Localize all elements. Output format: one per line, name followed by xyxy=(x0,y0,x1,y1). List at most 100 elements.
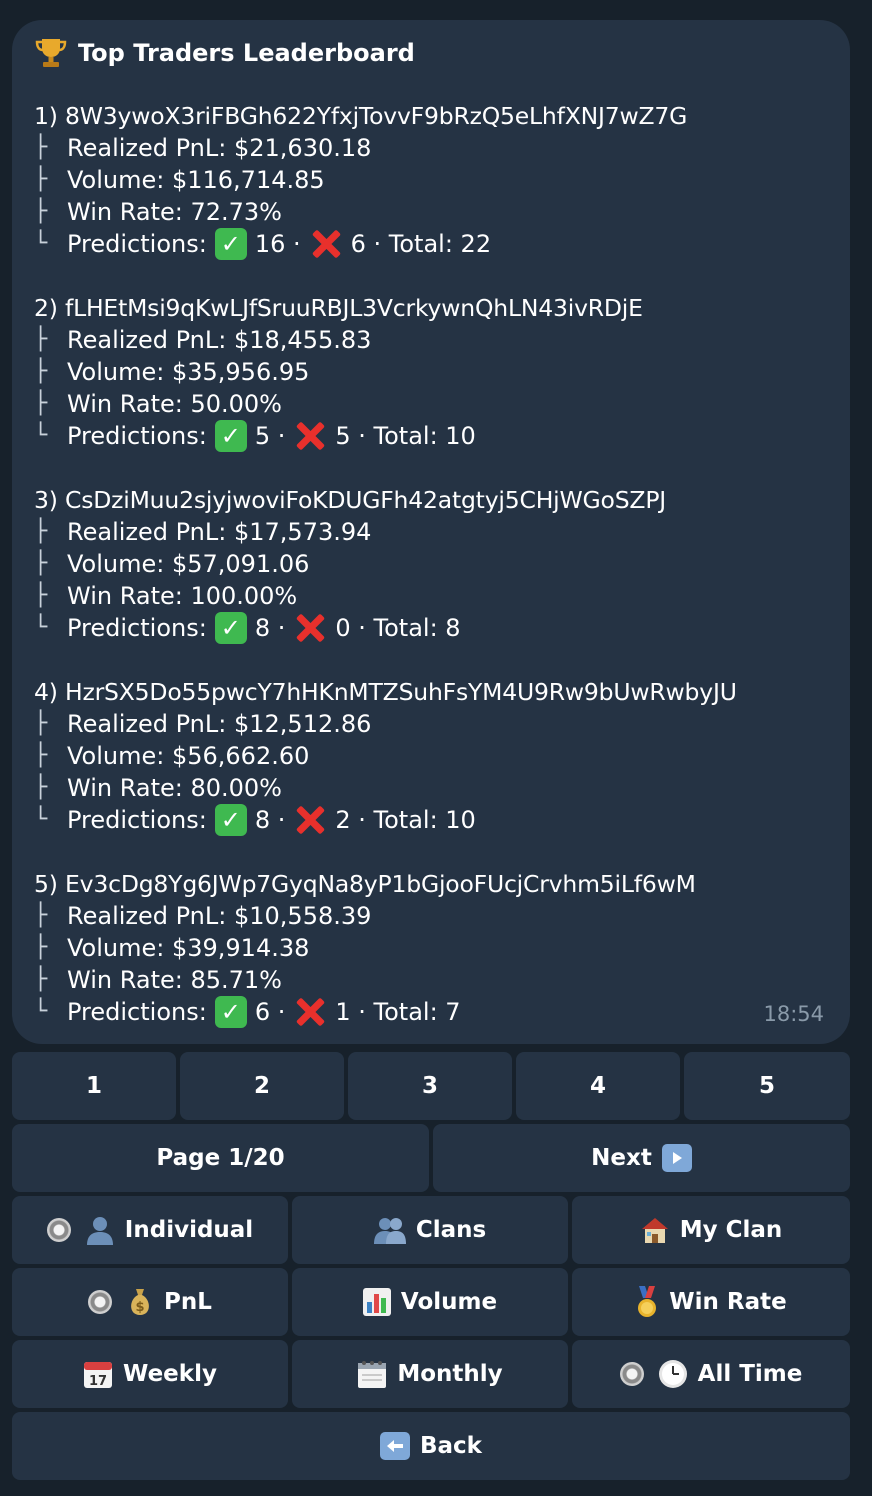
tree-branch: ├ xyxy=(34,327,48,352)
trader-address: 4) HzrSX5Do55pwcY7hHKnMTZSuhFsYM4U9Rw9bU… xyxy=(34,678,737,706)
message-time: 18:54 xyxy=(763,1002,824,1026)
winrate-row: ├ Win Rate: 50.00% xyxy=(34,390,282,418)
radio-button-icon xyxy=(46,1218,71,1242)
check-mark-icon: ✓ xyxy=(214,420,247,452)
win-rate-button[interactable]: Win Rate xyxy=(572,1268,850,1336)
winrate-row: ├ Win Rate: 72.73% xyxy=(34,198,282,226)
bar-chart-icon xyxy=(362,1288,391,1316)
tree-branch: ├ xyxy=(34,743,48,768)
trader-address: 2) fLHEtMsi9qKwLJfSruuRBJL3VcrkywnQhLN43… xyxy=(34,294,643,322)
page-number-row: 1 2 3 4 5 xyxy=(12,1052,850,1120)
pnl-row: ├ Realized PnL: $18,455.83 xyxy=(34,326,372,354)
volume-row: ├ Volume: $56,662.60 xyxy=(34,742,310,770)
pnl-row: ├ Realized PnL: $12,512.86 xyxy=(34,710,372,738)
person-icon xyxy=(85,1215,115,1245)
tree-branch: ├ xyxy=(34,199,48,224)
pnl-row: ├ Realized PnL: $17,573.94 xyxy=(34,518,372,546)
svg-text:$: $ xyxy=(136,1300,145,1315)
pnl-button[interactable]: $ PnL xyxy=(12,1268,288,1336)
individual-button[interactable]: Individual xyxy=(12,1196,288,1264)
cross-mark-icon xyxy=(293,803,327,837)
check-mark-icon: ✓ xyxy=(214,612,247,644)
trophy-icon xyxy=(35,39,67,67)
volume-button[interactable]: Volume xyxy=(292,1268,568,1336)
trader-address: 5) Ev3cDg8Yg6JWp7GyqNa8yP1bGjooFUcjCrvhm… xyxy=(34,870,696,898)
period-row: 17 Weekly Monthly All Time xyxy=(12,1340,850,1408)
title-text: Top Traders Leaderboard xyxy=(78,39,415,67)
page-button-5[interactable]: 5 xyxy=(684,1052,850,1120)
page-indicator-button[interactable]: Page 1/20 xyxy=(12,1124,429,1192)
winrate-row: ├ Win Rate: 85.71% xyxy=(34,966,282,994)
people-icon xyxy=(373,1216,406,1244)
leaderboard-entry-3: 3) CsDziMuu2sjyjwoviFoKDUGFh42atgtyj5CHj… xyxy=(34,484,844,644)
monthly-button[interactable]: Monthly xyxy=(292,1340,568,1408)
check-mark-icon: ✓ xyxy=(214,804,247,836)
cross-mark-icon xyxy=(293,419,327,453)
cross-mark-icon xyxy=(309,227,343,261)
page-button-4[interactable]: 4 xyxy=(516,1052,680,1120)
predictions-row: └ Predictions: ✓ 6 · 1 · Total: 7 xyxy=(34,996,844,1028)
trader-address: 3) CsDziMuu2sjyjwoviFoKDUGFh42atgtyj5CHj… xyxy=(34,486,667,514)
weekly-button[interactable]: 17 Weekly xyxy=(12,1340,288,1408)
tree-branch: ├ xyxy=(34,359,48,384)
radio-button-icon xyxy=(619,1362,644,1386)
spiral-calendar-icon xyxy=(357,1359,387,1389)
scope-row: Individual Clans My Clan xyxy=(12,1196,850,1264)
back-button[interactable]: Back xyxy=(12,1412,850,1480)
back-arrow-icon xyxy=(380,1432,410,1460)
tree-branch: ├ xyxy=(34,135,48,160)
house-icon xyxy=(640,1215,670,1245)
leaderboard-entry-1: 1) 8W3ywoX3riFBGh622YfxjTovvF9bRzQ5eLhfX… xyxy=(34,100,844,260)
svg-text:17: 17 xyxy=(89,1374,107,1389)
predictions-row: └ Predictions: ✓ 8 · 2 · Total: 10 xyxy=(34,804,844,836)
my-clan-button[interactable]: My Clan xyxy=(572,1196,850,1264)
pnl-row: ├ Realized PnL: $21,630.18 xyxy=(34,134,372,162)
leaderboard-entry-4: 4) HzrSX5Do55pwcY7hHKnMTZSuhFsYM4U9Rw9bU… xyxy=(34,676,844,836)
tree-end: └ xyxy=(34,807,48,832)
check-mark-icon: ✓ xyxy=(214,996,247,1028)
check-mark-icon: ✓ xyxy=(214,228,247,260)
page-button-2[interactable]: 2 xyxy=(180,1052,344,1120)
medal-icon xyxy=(635,1286,659,1318)
tree-branch: ├ xyxy=(34,519,48,544)
leaderboard-entry-5: 5) Ev3cDg8Yg6JWp7GyqNa8yP1bGjooFUcjCrvhm… xyxy=(34,868,844,1028)
tree-branch: ├ xyxy=(34,711,48,736)
pagination-row: Page 1/20 Next xyxy=(12,1124,850,1192)
volume-row: ├ Volume: $116,714.85 xyxy=(34,166,325,194)
page-button-3[interactable]: 3 xyxy=(348,1052,512,1120)
predictions-row: └ Predictions: ✓ 5 · 5 · Total: 10 xyxy=(34,420,844,452)
tree-end: └ xyxy=(34,999,48,1024)
tree-end: └ xyxy=(34,231,48,256)
volume-row: ├ Volume: $39,914.38 xyxy=(34,934,310,962)
clock-icon xyxy=(658,1359,688,1389)
metric-row: $ PnL Volume Win Rate xyxy=(12,1268,850,1336)
leaderboard-entry-2: 2) fLHEtMsi9qKwLJfSruuRBJL3VcrkywnQhLN43… xyxy=(34,292,844,452)
calendar-icon: 17 xyxy=(83,1359,113,1389)
all-time-button[interactable]: All Time xyxy=(572,1340,850,1408)
winrate-row: ├ Win Rate: 80.00% xyxy=(34,774,282,802)
winrate-row: ├ Win Rate: 100.00% xyxy=(34,582,298,610)
tree-branch: ├ xyxy=(34,583,48,608)
money-bag-icon: $ xyxy=(126,1287,154,1317)
play-arrow-icon xyxy=(661,1144,692,1172)
radio-button-icon xyxy=(88,1290,113,1314)
pnl-row: ├ Realized PnL: $10,558.39 xyxy=(34,902,372,930)
tree-branch: ├ xyxy=(34,967,48,992)
clans-button[interactable]: Clans xyxy=(292,1196,568,1264)
cross-mark-icon xyxy=(293,995,327,1029)
tree-branch: ├ xyxy=(34,391,48,416)
next-button[interactable]: Next xyxy=(433,1124,850,1192)
cross-mark-icon xyxy=(293,611,327,645)
tree-branch: ├ xyxy=(34,903,48,928)
volume-row: ├ Volume: $57,091.06 xyxy=(34,550,310,578)
tree-branch: ├ xyxy=(34,167,48,192)
tree-end: └ xyxy=(34,615,48,640)
leaderboard-message: Top Traders Leaderboard 1) 8W3ywoX3riFBG… xyxy=(12,20,850,1044)
tree-end: └ xyxy=(34,423,48,448)
message-title: Top Traders Leaderboard xyxy=(34,34,415,72)
trader-address: 1) 8W3ywoX3riFBGh622YfxjTovvF9bRzQ5eLhfX… xyxy=(34,102,688,130)
back-row: Back xyxy=(12,1412,850,1480)
page-button-1[interactable]: 1 xyxy=(12,1052,176,1120)
tree-branch: ├ xyxy=(34,551,48,576)
tree-branch: ├ xyxy=(34,775,48,800)
